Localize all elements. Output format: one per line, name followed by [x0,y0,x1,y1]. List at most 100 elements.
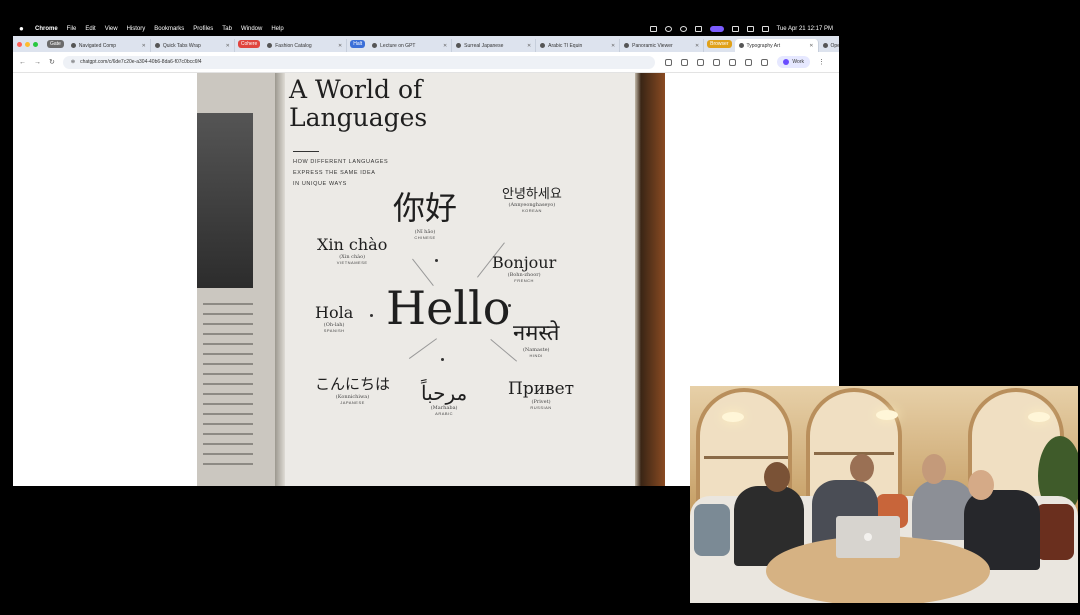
sidepanel-icon[interactable] [713,58,721,66]
clock-icon[interactable] [664,26,672,32]
close-tab-icon[interactable]: ✕ [338,43,342,49]
magazine-title: A World of Languages [289,76,427,132]
tab-group-chip[interactable]: Cohere [237,40,261,48]
tab-title: Typography Art [746,42,781,49]
wifi-icon[interactable] [694,26,702,32]
tab-group-chip[interactable]: Gate [47,40,64,48]
split-view-icon[interactable] [761,58,769,66]
greeting-language: FRENCH [514,278,534,283]
site-info-icon[interactable]: ⊜ [71,59,75,65]
url-text: chatgpt.com/c/6de7c20e-a304-40b6-8da6-f0… [80,59,202,65]
menu-file[interactable]: File [67,26,77,32]
tab-title: Lecture on GPT [380,42,416,49]
more-menu-icon[interactable]: ⋮ [818,58,825,66]
menu-history[interactable]: History [127,26,146,32]
menu-app-chrome[interactable]: Chrome [35,26,58,32]
greeting-word: 你好 [393,189,458,227]
favicon-icon [267,43,273,48]
favicon-icon [738,43,744,48]
zoom-window-button[interactable] [33,41,38,47]
menu-profiles[interactable]: Profiles [193,26,213,32]
cloud-icon[interactable] [649,26,657,32]
address-bar[interactable]: ⊜ chatgpt.com/c/6de7c20e-a304-40b6-8da6-… [62,55,656,69]
apple-icon[interactable]: ● [19,25,27,33]
menu-edit[interactable]: Edit [85,26,95,32]
menu-bookmarks[interactable]: Bookmarks [154,26,184,32]
center-word: Hello [386,281,511,335]
share-icon[interactable] [681,58,689,66]
browser-tab[interactable]: Quick Tabs Wrap ✕ [151,39,235,52]
greeting-language: HINDI [529,353,543,358]
greeting-language: ARABIC [435,411,454,416]
tab-search-icon[interactable] [729,58,737,66]
close-tab-icon[interactable]: ✕ [695,43,699,49]
menu-window[interactable]: Window [241,26,262,32]
table-edge [635,73,665,486]
recording-icon[interactable] [709,26,724,32]
browser-tab[interactable]: Panoramic Viewer ✕ [620,39,705,52]
dot-marker [441,358,444,361]
profile-button[interactable]: Work [777,56,810,68]
bluetooth-icon[interactable] [731,26,739,32]
control-center-icon[interactable] [746,26,754,32]
window-controls [17,41,38,47]
browser-tab[interactable]: Arabic TI Equin ✕ [536,39,621,52]
laptop [836,516,900,558]
tab-group-chip[interactable]: Halt [350,40,366,48]
browser-tab[interactable]: Surreal Japanese ✕ [452,39,537,52]
browser-tab[interactable]: Typography Art ✕ [734,39,819,52]
menu-clock[interactable]: Tue Apr 21 12:17 PM [777,26,833,32]
greeting-chinese: 你好 (Nǐ hǎo) CHINESE [393,183,457,240]
browser-tab[interactable]: Fashion Catalog ✕ [263,39,348,52]
back-arrow-icon[interactable]: ← [19,59,26,66]
title-line-2: Languages [289,103,428,132]
tab-title: Arabic TI Equin [548,42,583,49]
download-icon[interactable] [745,58,753,66]
tab-title: OpenAI Board [830,42,840,49]
forward-arrow-icon[interactable]: → [34,59,41,66]
greeting-word: 안녕하세요 [502,187,562,202]
apple-logo-icon [864,533,872,541]
extensions-icon[interactable] [665,58,673,66]
bookmark-star-icon[interactable] [697,58,705,66]
right-page [285,73,637,486]
greeting-language: VIETNAMESE [336,260,368,265]
close-tab-icon[interactable]: ✕ [142,43,146,49]
greeting-vietnamese: Xin chào (Xin chào) VIETNAMESE [317,235,387,265]
toolbar: ← → ↻ ⊜ chatgpt.com/c/6de7c20e-a304-40b6… [13,52,839,73]
screen: ● Chrome File Edit View History Bookmark… [0,0,1080,615]
status-icons: Tue Apr 21 12:17 PM [649,22,833,36]
tab-group-chip[interactable]: Browser [707,40,732,48]
close-tab-icon[interactable]: ✕ [809,43,813,49]
greeting-word: Hola [315,303,354,322]
favicon-icon [372,43,378,48]
browser-tab[interactable]: Navigated Comp ✕ [67,39,151,52]
close-tab-icon[interactable]: ✕ [226,43,230,49]
browser-tab[interactable]: OpenAI Board✕ [819,39,840,52]
favicon-icon [822,43,828,48]
close-tab-icon[interactable]: ✕ [443,43,447,49]
greeting-word: Привет [508,379,575,399]
left-page [197,73,277,486]
menu-help[interactable]: Help [271,26,283,32]
greeting-word: नमस्ते [513,321,560,346]
search-icon[interactable] [679,26,687,32]
menu-view[interactable]: View [105,26,118,32]
greeting-language: KOREAN [521,208,542,213]
minimize-window-button[interactable] [25,41,30,47]
tab-strip: Gate Navigated Comp ✕ Quick Tabs Wrap ✕ Coher… [13,36,839,52]
tab-title: Panoramic Viewer [632,42,673,49]
greeting-language: RUSSIAN [530,405,552,410]
close-window-button[interactable] [17,41,22,47]
menu-tab[interactable]: Tab [222,26,232,32]
battery-icon[interactable] [761,26,769,32]
browser-tab[interactable]: Lecture on GPT ✕ [368,39,453,52]
greeting-korean: 안녕하세요 (Annyeonghaseyo) KOREAN [502,183,562,213]
close-tab-icon[interactable]: ✕ [611,43,615,49]
dot-marker [435,259,438,262]
close-tab-icon[interactable]: ✕ [527,43,531,49]
favicon-icon [456,43,462,48]
reload-icon[interactable]: ↻ [49,58,55,66]
tabs: Gate Navigated Comp ✕ Quick Tabs Wrap ✕ Coher… [44,36,839,52]
greeting-french: Bonjour (Bohn-zhoor) FRENCH [492,253,556,283]
